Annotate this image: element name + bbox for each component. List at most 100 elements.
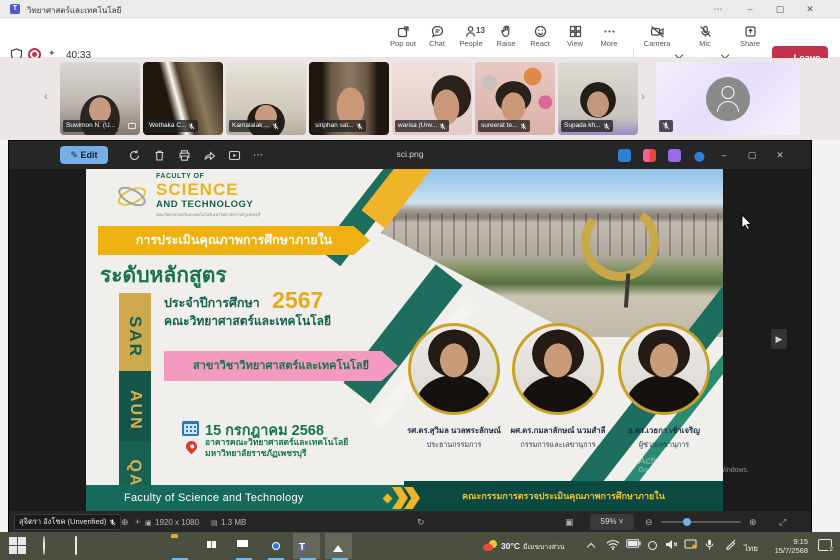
task-view-button[interactable] bbox=[73, 537, 91, 555]
mic-off-icon bbox=[272, 123, 279, 130]
minimize-button[interactable]: – bbox=[737, 0, 763, 18]
clipchamp-app-icon[interactable] bbox=[643, 149, 656, 162]
participant-tile[interactable]: Suwimon N. (U... bbox=[60, 62, 140, 135]
edge-app-icon[interactable] bbox=[138, 537, 156, 555]
mic-off-icon bbox=[188, 123, 195, 130]
print-icon[interactable] bbox=[178, 149, 191, 162]
footer-thai: คณะกรรมการตรวจประเมินคุณภาพการศึกษาภายใน bbox=[404, 481, 723, 511]
tray-date: 15/7/2568 bbox=[764, 546, 808, 555]
committee-member: รศ.ดร.สุวิมล นวลพระลักษณ์ ประธานกรรมการ bbox=[399, 425, 509, 451]
avatar bbox=[706, 77, 750, 121]
zoom-slider[interactable] bbox=[661, 521, 741, 523]
next-photo-button[interactable]: ▶ bbox=[771, 329, 787, 349]
gallery-app-icon[interactable] bbox=[668, 149, 681, 162]
more-icon[interactable]: ⋯ bbox=[253, 149, 266, 162]
fullscreen-icon[interactable]: ⤢ bbox=[779, 516, 786, 528]
activate-windows-watermark: Activate Windows Go to Settings to activ… bbox=[639, 455, 750, 474]
chat-button[interactable]: Chat bbox=[420, 23, 454, 55]
tray-mic-icon[interactable] bbox=[705, 539, 714, 551]
photos-close-button[interactable]: ✕ bbox=[767, 141, 793, 169]
photos-minimize-button[interactable]: – bbox=[711, 141, 737, 169]
photo-canvas: FACULTY OF SCIENCE AND TECHNOLOGY คณะวิท… bbox=[9, 169, 811, 511]
delete-icon[interactable] bbox=[153, 149, 166, 162]
filmstrip-next-icon[interactable]: › bbox=[641, 92, 651, 102]
file-explorer-app-icon[interactable] bbox=[170, 537, 188, 555]
outlook-app-icon[interactable] bbox=[234, 537, 252, 555]
photos-app-icon[interactable] bbox=[330, 537, 348, 555]
close-button[interactable]: ✕ bbox=[797, 0, 823, 18]
weather-description[interactable]: มีเมฆบางส่วน bbox=[523, 542, 565, 553]
maximize-button[interactable]: ▢ bbox=[767, 0, 793, 18]
image-dimensions: 1920 x 1080 bbox=[155, 518, 199, 527]
chat-icon bbox=[431, 25, 444, 38]
participant-tile[interactable]: Wethaka C... bbox=[143, 62, 223, 135]
camera-button[interactable]: Camera bbox=[640, 23, 674, 55]
participant-tile[interactable]: Supada kh... bbox=[558, 62, 638, 135]
share-icon[interactable] bbox=[203, 149, 216, 162]
windows-taskbar: T 30°C มีเมฆบางส่วน ไทย 9:15 15/7/2568 2 bbox=[0, 532, 840, 560]
share-button[interactable]: Share bbox=[733, 23, 767, 55]
people-button[interactable]: 13 People bbox=[454, 23, 488, 55]
onedrive-cloud-icon[interactable] bbox=[693, 149, 706, 162]
more-button[interactable]: More bbox=[592, 23, 626, 55]
raise-hand-button[interactable]: Raise bbox=[489, 23, 523, 55]
file-size: 1.3 MB bbox=[221, 518, 246, 527]
windows-ink-icon[interactable] bbox=[725, 539, 736, 550]
photos-app-window: ✎ Edit ⋯ sci.png – ▢ ✕ bbox=[8, 140, 812, 532]
photos-legacy-app-icon[interactable] bbox=[106, 537, 124, 555]
participant-tile[interactable]: Kamalalak ... bbox=[226, 62, 306, 135]
designer-app-icon[interactable] bbox=[618, 149, 631, 162]
weather-icon[interactable] bbox=[483, 540, 497, 552]
slideshow-icon[interactable] bbox=[228, 149, 241, 162]
notification-center-icon[interactable]: 2 bbox=[818, 539, 832, 551]
mic-button[interactable]: Mic bbox=[688, 23, 722, 55]
fit-screen-icon[interactable]: ▣ bbox=[565, 516, 574, 528]
rotate-icon[interactable] bbox=[128, 149, 141, 162]
committee-portrait bbox=[408, 323, 500, 415]
titlebar-more-button[interactable]: ⋯ bbox=[705, 0, 731, 18]
participant-tile[interactable]: siriphan sat... bbox=[309, 62, 389, 135]
start-button[interactable] bbox=[9, 537, 27, 555]
wifi-icon[interactable] bbox=[606, 539, 620, 550]
calendar-icon bbox=[182, 421, 199, 436]
speaker-icon[interactable] bbox=[665, 539, 678, 550]
weather-temp[interactable]: 30°C bbox=[501, 541, 520, 551]
react-button[interactable]: React bbox=[523, 23, 557, 55]
zoom-in-icon[interactable]: ⊕ bbox=[749, 516, 757, 528]
footer-english: Faculty of Science and Technology bbox=[86, 485, 404, 511]
participant-tile[interactable]: warisa (Unv... bbox=[392, 62, 472, 135]
add-icon[interactable]: + bbox=[135, 516, 140, 528]
active-speaker-tile[interactable] bbox=[656, 62, 800, 135]
battery-icon[interactable] bbox=[626, 539, 641, 548]
teams-app-icon[interactable]: T bbox=[298, 537, 316, 555]
quiet-hours-icon[interactable] bbox=[648, 541, 657, 550]
search-button[interactable] bbox=[41, 537, 59, 555]
view-button[interactable]: View bbox=[558, 23, 592, 55]
chrome-app-icon[interactable] bbox=[266, 537, 284, 555]
sync-icon[interactable]: ↻ bbox=[417, 516, 425, 528]
venue-text: อาคารคณะวิทยาศาสตร์และเทคโนโลยี มหาวิทยา… bbox=[205, 437, 348, 459]
sharing-indicator-icon bbox=[128, 122, 136, 130]
language-indicator[interactable]: ไทย bbox=[744, 542, 758, 555]
academic-year: ประจำปีการศึกษา 2567 bbox=[164, 287, 323, 314]
photos-maximize-button[interactable]: ▢ bbox=[739, 141, 765, 169]
view-grid-icon bbox=[569, 25, 582, 38]
zoom-out-icon[interactable]: ⊖ bbox=[645, 516, 653, 528]
filesize-icon: ▤ bbox=[211, 518, 218, 530]
committee-portrait bbox=[512, 323, 604, 415]
mic-off-icon bbox=[520, 123, 527, 130]
zoom-reset-icon[interactable]: ⊕ bbox=[121, 516, 129, 528]
teams-logo-icon: T bbox=[10, 4, 20, 14]
zoom-level-select[interactable]: 59% ˅ bbox=[590, 514, 634, 530]
edit-button[interactable]: ✎ Edit bbox=[60, 146, 108, 164]
zoom-slider-thumb[interactable] bbox=[683, 518, 691, 526]
clock[interactable]: 9:15 15/7/2568 bbox=[764, 537, 808, 555]
participant-tile[interactable]: sureerat te... bbox=[475, 62, 555, 135]
store-app-icon[interactable] bbox=[202, 537, 220, 555]
window-title: วิทยาศาสตร์และเทคโนโลยี bbox=[27, 4, 121, 17]
assessment-banner: การประเมินคุณภาพการศึกษาภายใน bbox=[98, 226, 370, 255]
popout-button[interactable]: Pop out bbox=[386, 23, 420, 55]
filmstrip-prev-icon[interactable]: ‹ bbox=[44, 92, 54, 102]
display-cast-icon[interactable] bbox=[684, 539, 697, 550]
tray-expand-icon[interactable] bbox=[587, 543, 595, 551]
